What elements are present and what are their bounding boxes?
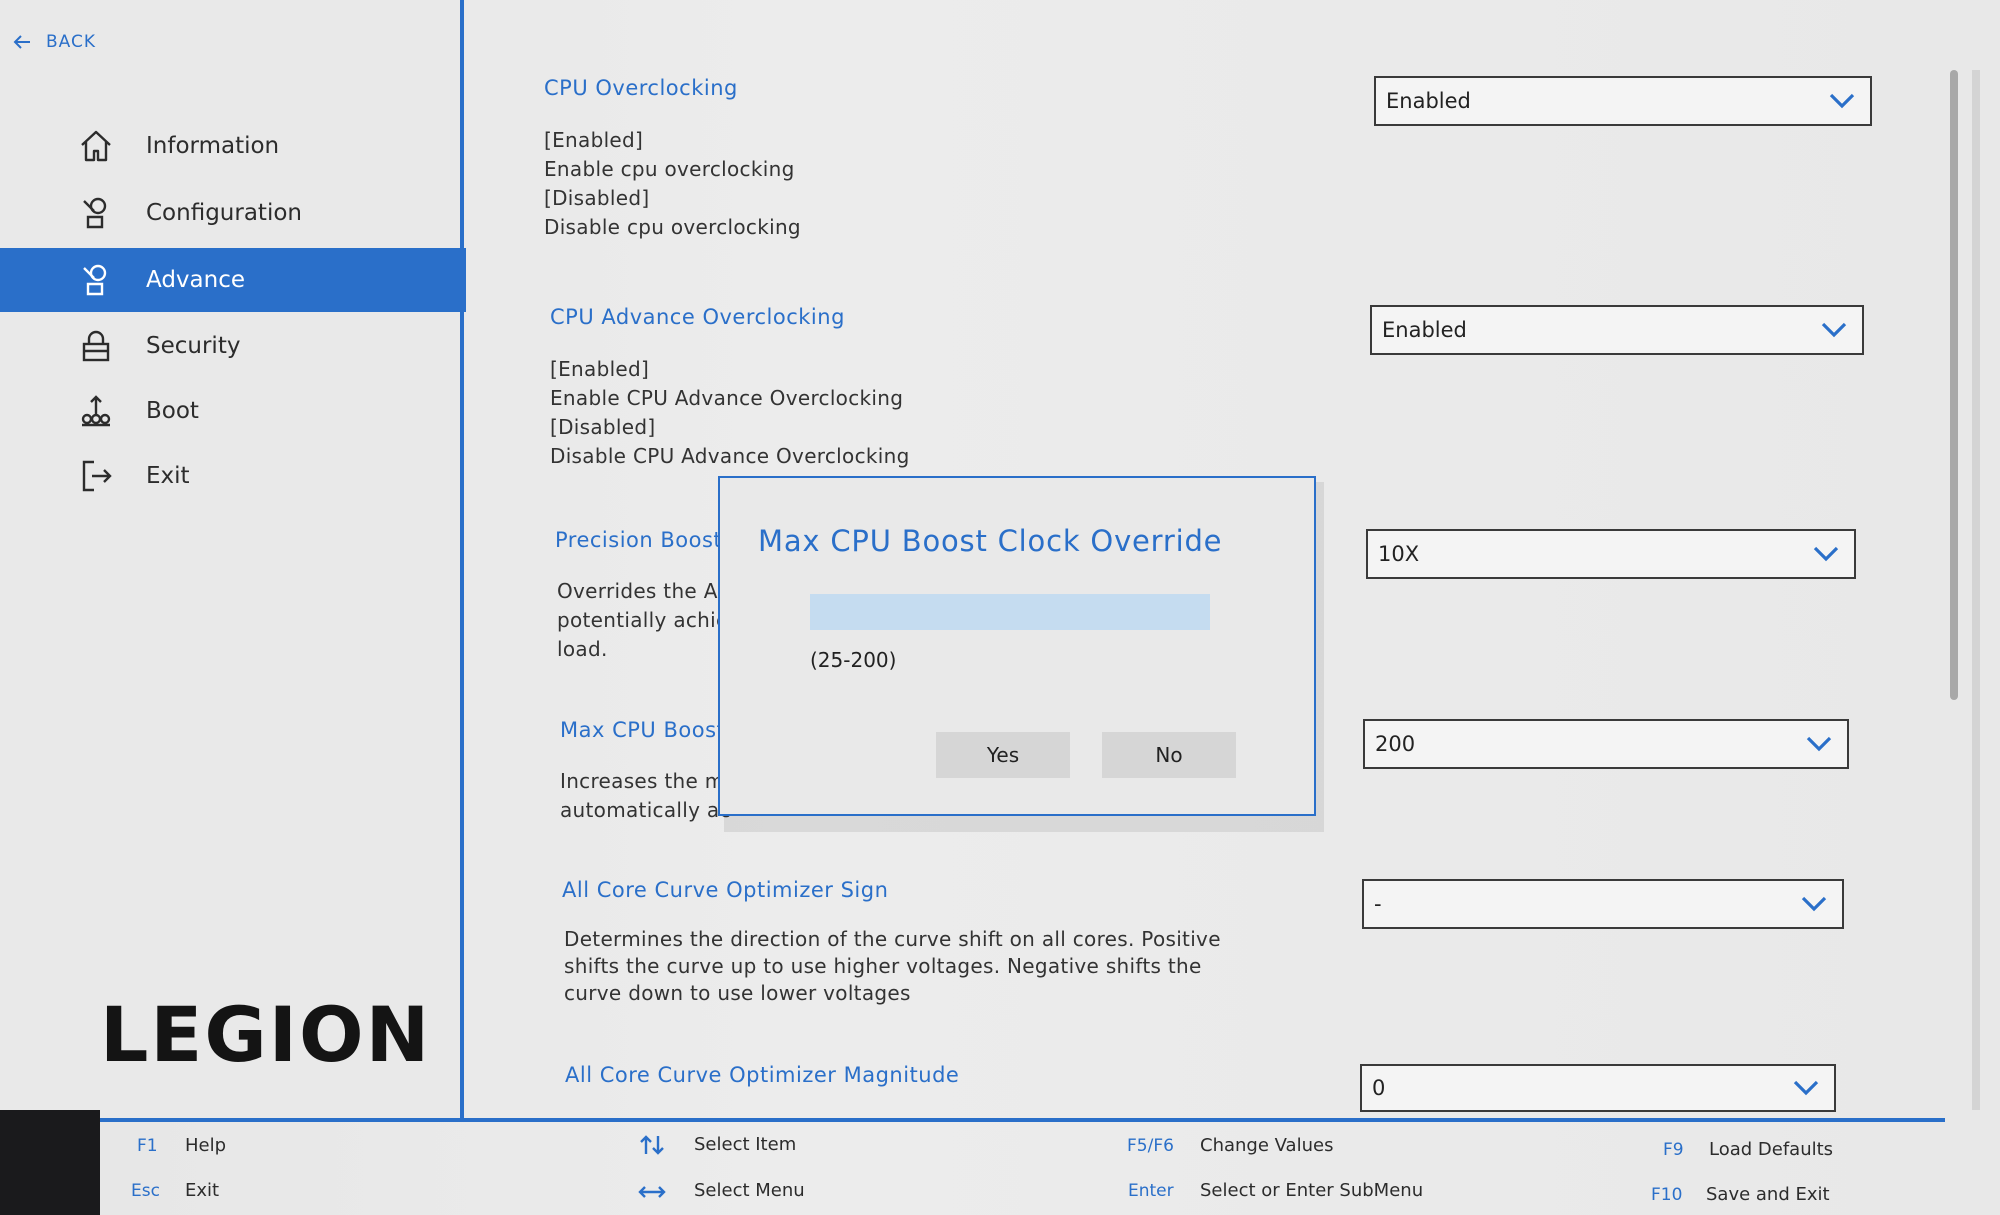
cpu-advance-overclocking-select[interactable]: Enabled — [1370, 305, 1864, 355]
setting-title-cpu-advance-overclocking: CPU Advance Overclocking — [550, 305, 845, 329]
setting-desc-curve-optimizer-sign: Determines the direction of the curve sh… — [564, 927, 1221, 1005]
arrow-left-icon — [13, 35, 30, 49]
setting-desc-max-cpu-boost: Increases the m automatically ac — [560, 769, 730, 822]
exit-icon — [76, 456, 116, 496]
sidebar-item-label: Advance — [146, 267, 246, 293]
select-value: 0 — [1372, 1076, 1386, 1100]
select-value: Enabled — [1386, 89, 1471, 113]
select-value: 200 — [1375, 732, 1416, 756]
no-button[interactable]: No — [1102, 732, 1236, 778]
setting-desc-precision-boost: Overrides the A potentially achie load. — [557, 579, 729, 661]
sidebar-item-security[interactable]: Security — [0, 314, 466, 378]
select-value: Enabled — [1382, 318, 1467, 342]
sidebar-item-label: Security — [146, 333, 241, 359]
sidebar-item-advance[interactable]: Advance — [0, 248, 466, 312]
setting-title-max-cpu-boost: Max CPU Boost — [560, 718, 726, 742]
up-down-arrows-icon — [640, 1135, 664, 1155]
setting-desc-cpu-overclocking: [Enabled] Enable cpu overclocking [Disab… — [544, 128, 801, 239]
curve-optimizer-sign-select[interactable]: - — [1362, 879, 1844, 929]
max-cpu-boost-dialog: Max CPU Boost Clock Override (25-200) Ye… — [718, 476, 1316, 816]
sidebar-item-label: Information — [146, 133, 280, 159]
f1-key: F1 — [137, 1136, 158, 1156]
footer-divider — [100, 1118, 1945, 1122]
precision-boost-select[interactable]: 10X — [1366, 529, 1856, 579]
f9-key: F9 — [1663, 1140, 1684, 1160]
home-icon — [76, 126, 116, 166]
sidebar-item-information[interactable]: Information — [0, 114, 466, 178]
setting-desc-cpu-advance-overclocking: [Enabled] Enable CPU Advance Overclockin… — [550, 357, 910, 468]
f10-key: F10 — [1651, 1185, 1683, 1205]
chevron-down-icon — [1806, 736, 1832, 752]
lock-icon — [76, 326, 116, 366]
sidebar-item-exit[interactable]: Exit — [0, 444, 466, 508]
sidebar-item-label: Exit — [146, 463, 190, 489]
chevron-down-icon — [1801, 896, 1827, 912]
chevron-down-icon — [1821, 322, 1847, 338]
change-values-hint: Change Values — [1200, 1135, 1334, 1156]
setting-title-curve-optimizer-magnitude: All Core Curve Optimizer Magnitude — [565, 1063, 960, 1087]
left-right-arrows-icon — [638, 1186, 666, 1198]
enter-submenu-hint: Select or Enter SubMenu — [1200, 1180, 1424, 1201]
max-cpu-boost-select[interactable]: 200 — [1363, 719, 1849, 769]
chevron-down-icon — [1793, 1080, 1819, 1096]
select-menu-hint: Select Menu — [694, 1180, 805, 1201]
yes-button[interactable]: Yes — [936, 732, 1070, 778]
save-and-exit-hint[interactable]: Save and Exit — [1706, 1184, 1830, 1205]
setting-title-precision-boost: Precision Boost — [555, 528, 723, 552]
help-hint[interactable]: Help — [185, 1135, 226, 1156]
sidebar: BACK Information Configuration Advance S — [0, 0, 466, 1118]
sidebar-item-boot[interactable]: Boot — [0, 379, 466, 443]
chevron-down-icon — [1829, 93, 1855, 109]
setting-title-curve-optimizer-sign: All Core Curve Optimizer Sign — [562, 878, 889, 902]
boost-clock-input[interactable] — [810, 594, 1210, 630]
sidebar-item-label: Boot — [146, 398, 199, 424]
exit-hint[interactable]: Exit — [185, 1180, 219, 1201]
bios-screen: BACK Information Configuration Advance S — [0, 0, 2000, 1215]
legion-logo: LEGION — [100, 990, 432, 1079]
configuration-icon — [76, 193, 116, 233]
screen-bezel — [0, 1110, 100, 1215]
sidebar-divider — [460, 0, 464, 1118]
sidebar-item-configuration[interactable]: Configuration — [0, 181, 466, 245]
sidebar-item-label: Configuration — [146, 200, 302, 226]
boot-icon — [76, 391, 116, 431]
select-value: 10X — [1378, 542, 1420, 566]
curve-optimizer-magnitude-select[interactable]: 0 — [1360, 1064, 1836, 1112]
chevron-down-icon — [1813, 546, 1839, 562]
load-defaults-hint[interactable]: Load Defaults — [1709, 1139, 1833, 1160]
scrollbar-track[interactable] — [1972, 70, 1980, 1110]
advance-icon — [76, 260, 116, 300]
esc-key: Esc — [131, 1181, 160, 1201]
dialog-range-hint: (25-200) — [810, 648, 897, 672]
enter-key: Enter — [1128, 1181, 1174, 1201]
scrollbar-thumb[interactable] — [1950, 70, 1958, 700]
dialog-title: Max CPU Boost Clock Override — [758, 524, 1223, 558]
select-value: - — [1374, 892, 1382, 916]
cpu-overclocking-select[interactable]: Enabled — [1374, 76, 1872, 126]
select-item-hint: Select Item — [694, 1134, 797, 1155]
back-button[interactable]: BACK — [12, 32, 96, 52]
f5-f6-key: F5/F6 — [1127, 1136, 1174, 1156]
back-label: BACK — [46, 32, 97, 52]
setting-title-cpu-overclocking: CPU Overclocking — [544, 76, 738, 100]
